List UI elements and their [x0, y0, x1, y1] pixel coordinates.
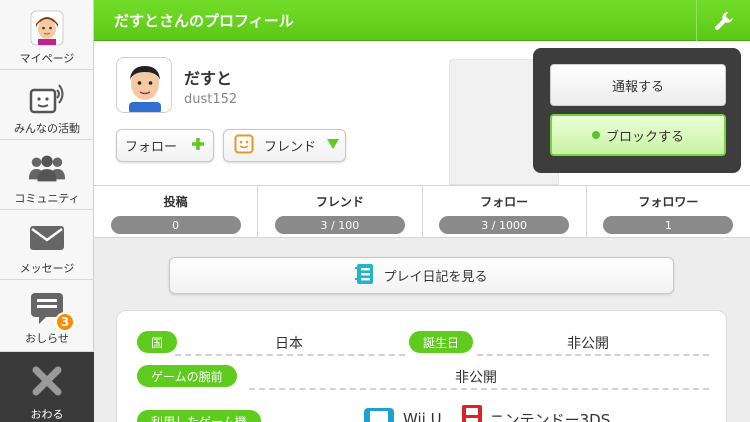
block-button[interactable]: ブロックする [550, 114, 726, 156]
report-label: 通報する [611, 79, 664, 95]
options-popup: 通報する ブロックする [533, 48, 741, 173]
stat-following[interactable]: フォロー 3 / 1000 [423, 186, 587, 237]
block-label: ブロックする [605, 129, 684, 145]
stat-value: 0 [110, 216, 241, 234]
profile-id: dust152 [184, 92, 238, 107]
divider [477, 354, 709, 356]
divider [175, 354, 405, 356]
birthday-value: 非公開 [567, 336, 609, 352]
sidebar-item-messages[interactable]: メッセージ [0, 210, 94, 280]
stat-value: 3 / 100 [274, 216, 405, 234]
stats-bar: 投稿 0 フレンド 3 / 100 フォロー 3 / 1000 フォロワー 1 [94, 185, 750, 238]
close-label: おわる [30, 408, 64, 421]
country-tag: 国 [137, 331, 178, 353]
systems-tag: 利用したゲーム機 [137, 410, 261, 422]
stat-friends[interactable]: フレンド 3 / 100 [258, 186, 423, 237]
birthday-tag: 誕生日 [409, 331, 474, 353]
selection-dot-icon [591, 131, 600, 139]
envelope-icon [27, 220, 67, 256]
divider [249, 388, 709, 390]
settings-button[interactable] [696, 0, 750, 41]
wii-u-icon [363, 406, 395, 422]
sidebar-item-label: メッセージ [19, 262, 75, 275]
stat-value: 3 / 1000 [439, 216, 570, 234]
skill-tag: ゲームの腕前 [137, 365, 237, 387]
sidebar-item-notifications[interactable]: 3 おしらせ [0, 280, 94, 352]
wrench-icon [714, 11, 733, 30]
stat-label: 投稿 [163, 195, 188, 209]
stat-label: フォロワー [638, 195, 699, 209]
activity-feed-icon [27, 80, 67, 116]
close-button[interactable]: おわる [0, 352, 94, 422]
play-diary-label: プレイ日記を見る [383, 270, 488, 285]
stat-followers[interactable]: フォロワー 1 [587, 186, 750, 237]
mii-avatar-icon [27, 10, 67, 46]
stat-value: 1 [603, 216, 734, 234]
plus-icon [191, 137, 205, 155]
page-title: だすとさんのプロフィール [114, 12, 294, 30]
community-icon [27, 150, 67, 186]
triangle-down-icon [326, 138, 340, 154]
follow-label: フォロー [125, 140, 178, 155]
sidebar-item-label: マイページ [19, 52, 75, 65]
stat-posts[interactable]: 投稿 0 [94, 186, 259, 237]
sidebar-item-community[interactable]: コミュニティ [0, 140, 94, 210]
nintendo-3ds-icon [460, 404, 484, 422]
stat-label: フォロー [480, 195, 529, 209]
follow-button[interactable]: フォロー [116, 129, 214, 162]
sidebar-item-label: おしらせ [25, 332, 69, 345]
skill-value: 非公開 [455, 370, 497, 386]
stat-label: フレンド [315, 195, 364, 209]
avatar [116, 57, 172, 113]
profile-info-card: 国 日本 誕生日 非公開 ゲームの腕前 非公開 利用したゲーム機 Wii U ニ… [116, 310, 727, 422]
play-diary-icon [355, 263, 375, 289]
close-icon [30, 364, 64, 402]
systems-list: Wii U ニンテンドー3DS [363, 404, 610, 422]
system-name: Wii U [403, 410, 442, 422]
profile-name: だすと [184, 69, 233, 88]
notification-badge: 3 [55, 312, 75, 332]
sidebar: マイページ みんなの活動 コミュニティ メッセージ 3 おしらせ おわる [0, 0, 94, 422]
friend-label: フレンド [264, 140, 317, 155]
system-name: ニンテンドー3DS [489, 410, 611, 422]
country-value: 日本 [275, 336, 303, 352]
sidebar-item-activity-feed[interactable]: みんなの活動 [0, 70, 94, 140]
sidebar-item-label: コミュニティ [14, 192, 80, 205]
header-bar: だすとさんのプロフィール [94, 0, 750, 41]
friend-face-icon [234, 134, 254, 158]
play-diary-button[interactable]: プレイ日記を見る [169, 257, 674, 294]
friend-button[interactable]: フレンド [223, 129, 346, 162]
report-button[interactable]: 通報する [550, 64, 726, 106]
notification-icon: 3 [27, 290, 75, 332]
sidebar-item-my-page[interactable]: マイページ [0, 0, 94, 70]
sidebar-item-label: みんなの活動 [14, 122, 80, 135]
